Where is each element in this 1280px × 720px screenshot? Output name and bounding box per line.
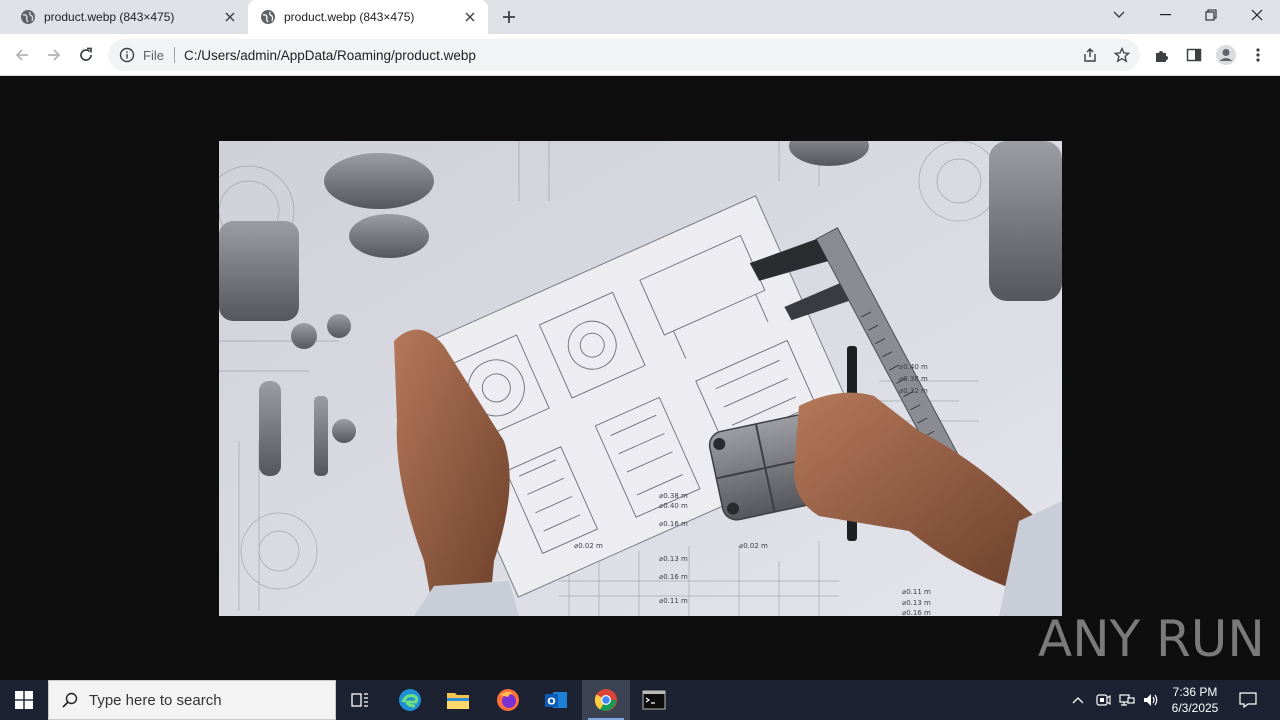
svg-text:⌀0.38 m: ⌀0.38 m (659, 492, 688, 500)
edge-icon[interactable] (386, 680, 434, 720)
outlook-icon[interactable]: O (532, 680, 580, 720)
svg-text:⌀0.16 m: ⌀0.16 m (659, 573, 688, 581)
start-button[interactable] (0, 680, 48, 720)
notifications-icon[interactable] (1234, 680, 1262, 720)
svg-text:⌀0.02 m: ⌀0.02 m (739, 542, 768, 550)
chrome-icon[interactable] (582, 680, 630, 720)
engineering-drawings-photo[interactable]: ⌀0.40 m ⌀0.38 m ⌀0.32 m ⌀0.38 m ⌀0.40 m ⌀0.1… (219, 141, 1062, 616)
address-bar[interactable]: File C:/Users/admin/AppData/Roaming/prod… (108, 39, 1140, 71)
windows-taskbar: Type here to search O 7:36 PM 6/3/2025 (0, 680, 1280, 720)
volume-icon[interactable] (1140, 680, 1162, 720)
svg-text:⌀0.02 m: ⌀0.02 m (574, 542, 603, 550)
svg-text:⌀0.11 m: ⌀0.11 m (902, 588, 931, 596)
svg-text:⌀0.16 m: ⌀0.16 m (659, 520, 688, 528)
task-view-icon[interactable] (336, 680, 384, 720)
extensions-icon[interactable] (1148, 41, 1176, 69)
url-text[interactable]: C:/Users/admin/AppData/Roaming/product.w… (184, 48, 1076, 63)
browser-toolbar: File C:/Users/admin/AppData/Roaming/prod… (0, 34, 1280, 76)
image-viewer: ⌀0.40 m ⌀0.38 m ⌀0.32 m ⌀0.38 m ⌀0.40 m ⌀0.1… (0, 77, 1280, 680)
new-tab-button[interactable] (496, 5, 522, 29)
divider (173, 47, 175, 63)
svg-text:⌀0.32 m: ⌀0.32 m (899, 387, 928, 395)
firefox-icon[interactable] (484, 680, 532, 720)
clock-time: 7:36 PM (1172, 685, 1218, 699)
system-clock[interactable]: 7:36 PM 6/3/2025 (1160, 680, 1230, 720)
globe-icon (260, 9, 276, 25)
tab-title: product.webp (843×475) (284, 10, 415, 24)
tab-product-webp-1[interactable]: product.webp (843×475) (8, 0, 248, 34)
back-button[interactable] (8, 41, 36, 69)
restore-button[interactable] (1188, 0, 1234, 30)
bookmark-star-icon[interactable] (1108, 41, 1136, 69)
side-panel-icon[interactable] (1180, 41, 1208, 69)
close-window-button[interactable] (1234, 0, 1280, 30)
info-icon[interactable] (118, 46, 136, 64)
close-tab-icon[interactable] (220, 7, 240, 27)
taskbar-search-box[interactable]: Type here to search (48, 680, 336, 720)
share-icon[interactable] (1076, 41, 1104, 69)
meet-now-icon[interactable] (1092, 680, 1114, 720)
tab-search-chevron-icon[interactable] (1096, 0, 1142, 30)
tab-strip: product.webp (843×475) product.webp (843… (0, 0, 1280, 34)
reload-button[interactable] (72, 41, 100, 69)
terminal-icon[interactable] (630, 680, 678, 720)
svg-text:⌀0.13 m: ⌀0.13 m (902, 599, 931, 607)
clock-date: 6/3/2025 (1171, 701, 1219, 715)
svg-text:⌀0.13 m: ⌀0.13 m (659, 555, 688, 563)
file-explorer-icon[interactable] (434, 680, 482, 720)
anyrun-watermark: ANY RUN (1038, 607, 1265, 671)
search-icon (61, 691, 79, 709)
svg-text:⌀0.11 m: ⌀0.11 m (659, 597, 688, 605)
profile-avatar-icon[interactable] (1212, 41, 1240, 69)
svg-text:⌀0.40 m: ⌀0.40 m (659, 502, 688, 510)
search-placeholder: Type here to search (89, 691, 222, 709)
chevron-up-icon[interactable] (1068, 680, 1088, 720)
watermark-text: ANY RUN (1038, 610, 1265, 668)
minimize-button[interactable] (1142, 0, 1188, 30)
svg-text:⌀0.16 m: ⌀0.16 m (902, 609, 931, 616)
tab-product-webp-2[interactable]: product.webp (843×475) (248, 0, 488, 34)
svg-text:O: O (547, 697, 556, 708)
close-tab-icon[interactable] (460, 7, 480, 27)
menu-kebab-icon[interactable] (1244, 41, 1272, 69)
forward-button[interactable] (40, 41, 68, 69)
svg-text:⌀0.38 m: ⌀0.38 m (899, 375, 928, 383)
windows-logo-icon (15, 691, 33, 709)
svg-text:⌀0.40 m: ⌀0.40 m (899, 363, 928, 371)
scheme-label: File (143, 47, 164, 63)
tab-title: product.webp (843×475) (44, 10, 175, 24)
network-icon[interactable] (1116, 680, 1138, 720)
globe-icon (20, 9, 36, 25)
